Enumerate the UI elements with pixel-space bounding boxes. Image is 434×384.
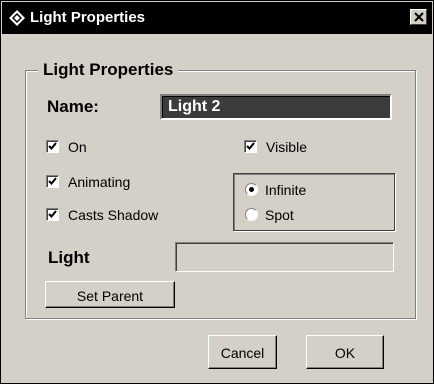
- light-field[interactable]: [175, 242, 394, 272]
- radio-button[interactable]: [245, 208, 258, 221]
- set-parent-button[interactable]: Set Parent: [45, 281, 175, 308]
- close-icon: [414, 12, 424, 22]
- name-field[interactable]: Light 2: [160, 94, 392, 120]
- diamond-cube-icon: [9, 10, 25, 26]
- spot-label: Spot: [265, 207, 294, 223]
- infinite-label: Infinite: [265, 182, 307, 198]
- animating-label: Animating: [68, 174, 131, 190]
- checkmark-icon: [246, 142, 255, 150]
- checkmark-icon: [48, 177, 57, 185]
- visible-label: Visible: [266, 139, 307, 155]
- close-button[interactable]: [410, 9, 427, 25]
- light-label: Light: [48, 248, 90, 267]
- checkbox[interactable]: [46, 208, 59, 221]
- casts-shadow-label: Casts Shadow: [68, 207, 159, 223]
- window-title: Light Properties: [30, 9, 146, 26]
- group-title: Light Properties: [38, 59, 179, 81]
- title-bar[interactable]: Light Properties: [2, 2, 432, 34]
- light-properties-dialog: Light Properties Light Properties Name: …: [0, 0, 434, 384]
- name-label: Name:: [47, 97, 99, 116]
- light-type-group: [233, 173, 395, 231]
- checkbox[interactable]: [46, 140, 59, 153]
- radio-selected-dot: [249, 187, 254, 192]
- checkbox[interactable]: [46, 175, 59, 188]
- on-label: On: [68, 139, 87, 155]
- checkmark-icon: [48, 210, 57, 218]
- checkmark-icon: [48, 142, 57, 150]
- radio-button[interactable]: [245, 183, 258, 196]
- ok-button[interactable]: OK: [306, 335, 384, 369]
- cancel-button[interactable]: Cancel: [208, 335, 277, 369]
- checkbox[interactable]: [244, 140, 257, 153]
